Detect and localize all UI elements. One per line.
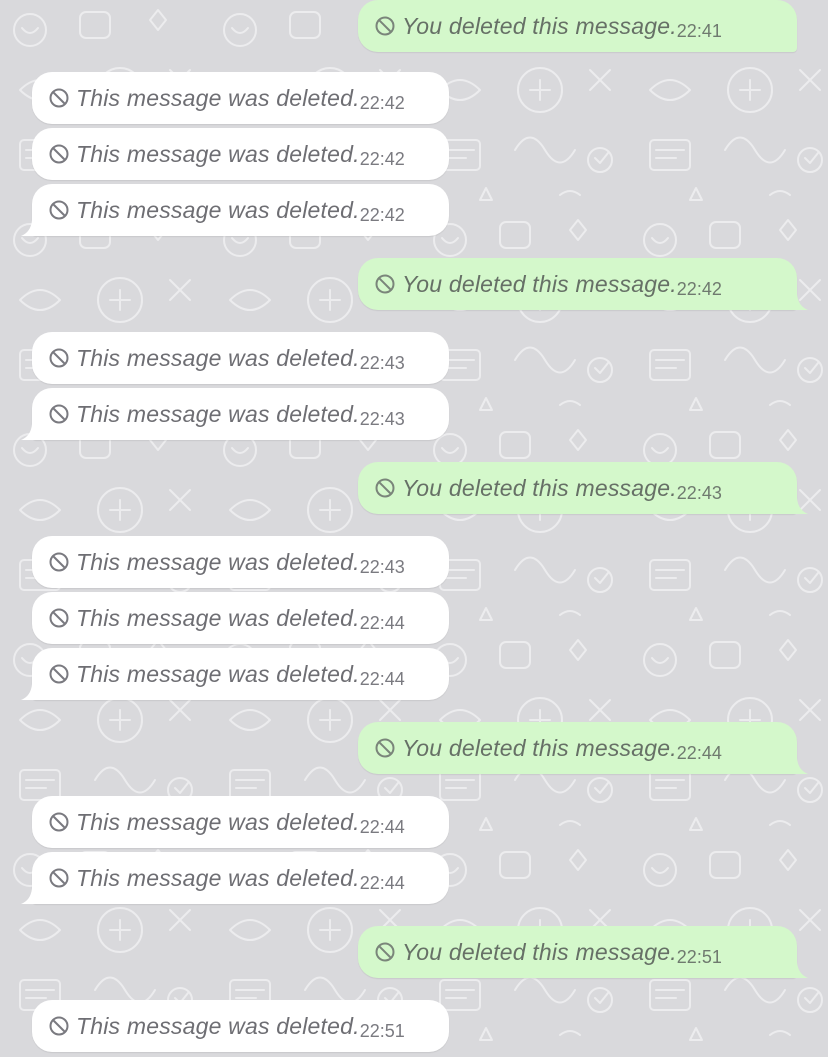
- message-bubble-incoming[interactable]: This message was deleted. 22:44: [32, 592, 449, 644]
- message-bubble-incoming[interactable]: This message was deleted. 22:51: [32, 1000, 449, 1052]
- message-time: 22:43: [359, 408, 405, 429]
- message-bubble-incoming[interactable]: This message was deleted. 22:42: [32, 128, 449, 180]
- message-text: This message was deleted.: [76, 548, 360, 575]
- message-text: This message was deleted.: [76, 808, 360, 835]
- ban-icon: [49, 868, 69, 888]
- message-text: You deleted this message.: [402, 12, 677, 39]
- message-bubble-incoming[interactable]: This message was deleted. 22:44: [32, 796, 449, 848]
- ban-icon: [49, 88, 69, 108]
- ban-icon: [49, 664, 69, 684]
- ban-icon: [49, 348, 69, 368]
- chat-message-list: You deleted this message. 22:41 This mes…: [0, 0, 828, 1057]
- bubble-tail: [21, 220, 39, 236]
- message-time: 22:42: [359, 148, 405, 169]
- ban-icon: [49, 200, 69, 220]
- message-bubble-incoming[interactable]: This message was deleted. 22:44: [21, 852, 449, 904]
- message-text: This message was deleted.: [76, 1012, 360, 1039]
- message-time: 22:51: [359, 1020, 405, 1041]
- bubble-tail: [790, 758, 808, 774]
- ban-icon: [49, 1016, 69, 1036]
- ban-icon: [375, 738, 395, 758]
- message-text: You deleted this message.: [402, 270, 677, 297]
- message-time: 22:51: [676, 946, 722, 967]
- message-time: 22:41: [676, 20, 722, 41]
- message-time: 22:43: [359, 352, 405, 373]
- message-time: 22:44: [359, 668, 405, 689]
- ban-icon: [375, 274, 395, 294]
- message-bubble-incoming[interactable]: This message was deleted. 22:44: [21, 648, 449, 700]
- bubble-tail: [21, 684, 39, 700]
- message-text: This message was deleted.: [76, 400, 360, 427]
- ban-icon: [375, 16, 395, 36]
- ban-icon: [49, 144, 69, 164]
- message-time: 22:44: [359, 816, 405, 837]
- message-bubble-incoming[interactable]: This message was deleted. 22:42: [32, 72, 449, 124]
- message-text: You deleted this message.: [402, 938, 677, 965]
- message-bubble-outgoing[interactable]: You deleted this message. 22:42: [358, 258, 808, 310]
- message-text: You deleted this message.: [402, 474, 677, 501]
- message-text: This message was deleted.: [76, 196, 360, 223]
- ban-icon: [375, 478, 395, 498]
- bubble-tail: [790, 294, 808, 310]
- message-time: 22:43: [359, 556, 405, 577]
- message-text: This message was deleted.: [76, 604, 360, 631]
- message-time: 22:44: [676, 742, 722, 763]
- ban-icon: [49, 404, 69, 424]
- message-bubble-outgoing[interactable]: You deleted this message. 22:44: [358, 722, 808, 774]
- message-text: This message was deleted.: [76, 84, 360, 111]
- ban-icon: [375, 942, 395, 962]
- message-text: This message was deleted.: [76, 864, 360, 891]
- ban-icon: [49, 608, 69, 628]
- bubble-tail: [21, 424, 39, 440]
- message-time: 22:42: [359, 92, 405, 113]
- message-text: This message was deleted.: [76, 344, 360, 371]
- message-bubble-outgoing[interactable]: You deleted this message. 22:41: [358, 0, 797, 52]
- message-text: This message was deleted.: [76, 140, 360, 167]
- message-bubble-outgoing[interactable]: You deleted this message. 22:51: [358, 926, 808, 978]
- message-bubble-incoming[interactable]: This message was deleted. 22:42: [21, 184, 449, 236]
- message-text: This message was deleted.: [76, 660, 360, 687]
- message-time: 22:43: [676, 482, 722, 503]
- bubble-tail: [21, 888, 39, 904]
- message-time: 22:44: [359, 872, 405, 893]
- message-bubble-outgoing[interactable]: You deleted this message. 22:43: [358, 462, 808, 514]
- ban-icon: [49, 812, 69, 832]
- message-time: 22:42: [359, 204, 405, 225]
- bubble-tail: [790, 962, 808, 978]
- message-bubble-incoming[interactable]: This message was deleted. 22:43: [21, 388, 449, 440]
- message-text: You deleted this message.: [402, 734, 677, 761]
- message-time: 22:42: [676, 278, 722, 299]
- message-time: 22:44: [359, 612, 405, 633]
- message-bubble-incoming[interactable]: This message was deleted. 22:43: [32, 332, 449, 384]
- ban-icon: [49, 552, 69, 572]
- message-bubble-incoming[interactable]: This message was deleted. 22:43: [32, 536, 449, 588]
- bubble-tail: [790, 498, 808, 514]
